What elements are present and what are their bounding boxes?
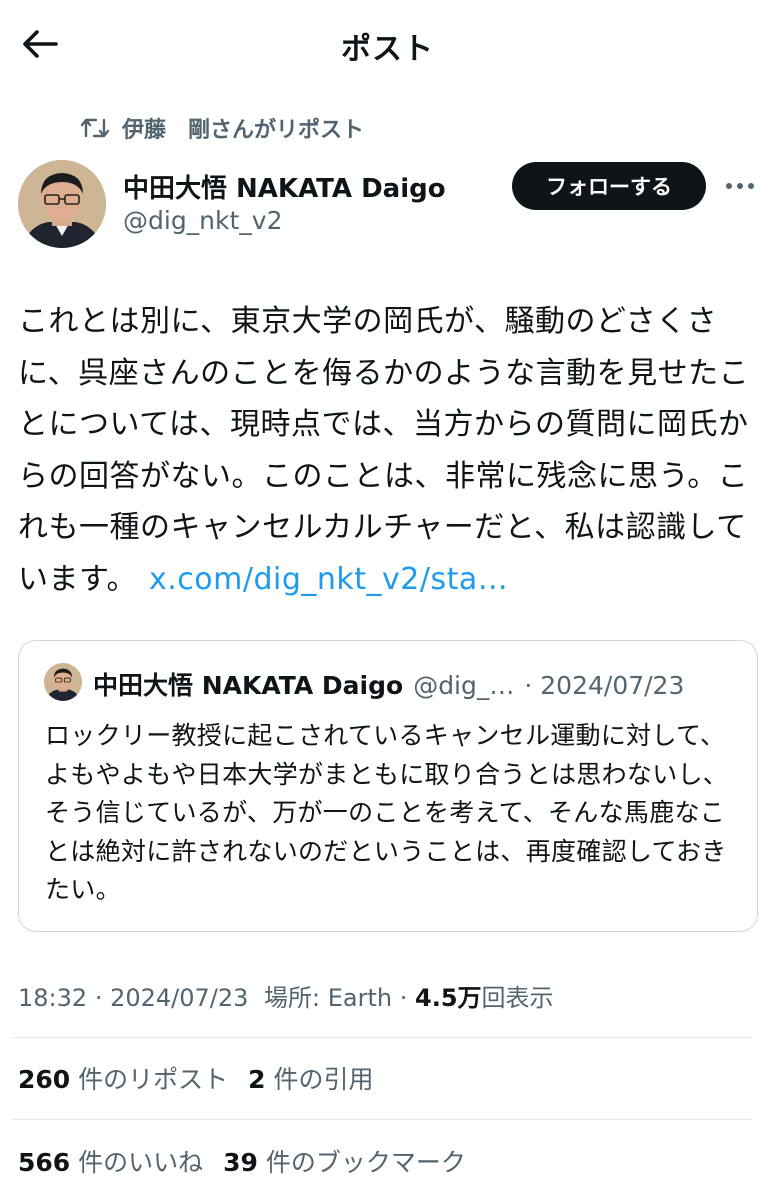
bookmarks-count: 39 [223,1148,258,1177]
likes-stat[interactable]: 566 件のいいね [18,1143,203,1179]
repost-label: 伊藤 剛さんがリポスト [122,118,365,143]
divider [12,1119,752,1120]
quoted-avatar [44,663,82,701]
post-text: これとは別に、東京大学の岡氏が、騒動のどさくさに、呉座さんのことを侮るかのような… [18,304,750,597]
post-time[interactable]: 18:32 [18,984,87,1012]
stats-row-likes: 566 件のいいね 39 件のブックマーク [18,1143,466,1179]
reposts-count: 260 [18,1065,71,1094]
quotes-stat[interactable]: 2 件の引用 [248,1060,373,1096]
quoted-header: 中田大悟 NAKATA Daigo @dig_… · 2024/07/23 [93,666,684,702]
likes-label: 件のいいね [78,1148,204,1177]
repost-indicator[interactable]: 伊藤 剛さんがリポスト [80,112,364,144]
reposts-stat[interactable]: 260 件のリポスト [18,1060,228,1096]
views-label: 回表示 [481,984,554,1012]
quoted-author-name: 中田大悟 NAKATA Daigo [93,671,404,700]
meta-separator: · [399,984,416,1012]
avatar[interactable] [18,160,106,248]
quoted-avatar-image [44,663,82,701]
quotes-label: 件の引用 [273,1065,374,1094]
reposts-label: 件のリポスト [78,1065,229,1094]
follow-button[interactable]: フォローする [512,162,706,210]
author-handle[interactable]: @dig_nkt_v2 [123,206,283,235]
divider [12,1037,752,1038]
author-name[interactable]: 中田大悟 NAKATA Daigo [123,168,446,205]
views-count: 4.5万 [415,984,482,1012]
likes-count: 566 [18,1148,71,1177]
quoted-post-card[interactable]: 中田大悟 NAKATA Daigo @dig_… · 2024/07/23 ロッ… [18,640,758,932]
repost-icon [80,118,110,138]
bookmarks-stat[interactable]: 39 件のブックマーク [223,1143,466,1179]
quoted-date: · 2024/07/23 [524,671,685,700]
avatar-image [18,160,106,248]
post-location: 場所: Earth [264,984,393,1012]
more-options-button[interactable] [722,172,758,200]
post-date[interactable]: 2024/07/23 [110,984,248,1012]
post-meta: 18:32 · 2024/07/23 場所: Earth · 4.5万回表示 [18,978,554,1013]
more-icon [726,183,754,189]
quoted-author-handle: @dig_… [413,671,515,700]
meta-separator: · [94,984,111,1012]
page-title: ポスト [341,32,434,67]
quotes-count: 2 [248,1065,266,1094]
post-body: これとは別に、東京大学の岡氏が、騒動のどさくさに、呉座さんのことを侮るかのような… [18,296,758,605]
bookmarks-label: 件のブックマーク [265,1148,466,1177]
post-link[interactable]: x.com/dig_nkt_v2/sta… [149,562,508,597]
top-bar: ポスト [0,0,775,90]
quoted-text: ロックリー教授に起こされているキャンセル運動に対して、よもやよもや日本大学がまと… [45,721,729,904]
stats-row-reposts: 260 件のリポスト 2 件の引用 [18,1060,374,1096]
